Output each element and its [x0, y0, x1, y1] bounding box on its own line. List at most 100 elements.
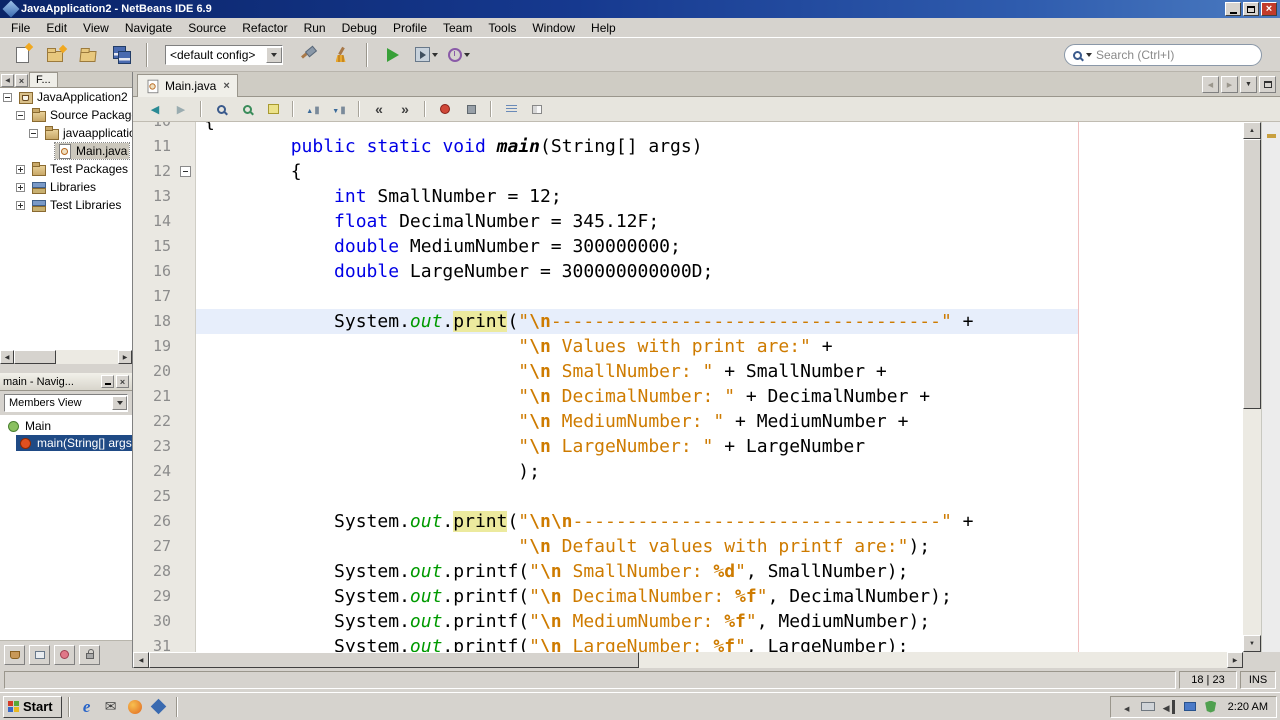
stop-button[interactable] [459, 99, 483, 119]
code-line-26[interactable]: 26 System.out.print("\n\n---------------… [133, 509, 1243, 534]
tabs-scroll-right-icon[interactable]: ▶ [1221, 76, 1238, 93]
tree-item-javaapplication2[interactable]: JavaApplication2 [0, 88, 132, 106]
combo-dropdown-icon[interactable] [266, 46, 282, 63]
scroll-right-icon[interactable] [1227, 652, 1243, 668]
new-file-button[interactable] [8, 41, 36, 69]
files-window-tab[interactable]: F... [29, 72, 58, 87]
expand-toggle-icon[interactable] [16, 110, 25, 120]
start-button[interactable]: Start [3, 695, 62, 718]
new-project-button[interactable] [41, 41, 69, 69]
member-main-string-args[interactable]: main(String[] args) [0, 434, 132, 451]
menu-source[interactable]: Source [180, 19, 234, 37]
editor-horizontal-scrollbar[interactable] [133, 652, 1243, 668]
volume-tray-button[interactable] [1161, 699, 1177, 715]
mail-launch-button[interactable] [100, 696, 122, 718]
expand-toggle-icon[interactable] [16, 200, 25, 210]
scrollbar-track[interactable] [56, 350, 118, 364]
tree-item-libraries[interactable]: Libraries [0, 178, 132, 196]
build-button[interactable] [294, 41, 322, 69]
tab-main-java[interactable]: Main.java [137, 74, 238, 97]
scroll-right-icon[interactable] [118, 350, 132, 364]
code-line-10[interactable]: 10 { [133, 122, 1243, 134]
error-stripe[interactable] [1261, 122, 1280, 652]
scrollbar-track[interactable] [639, 652, 1227, 668]
search-dropdown-icon[interactable] [1086, 53, 1092, 57]
ff-launch-button[interactable] [124, 696, 146, 718]
find-next-button[interactable] [235, 99, 259, 119]
run-button[interactable] [379, 41, 407, 69]
tab-close-icon[interactable] [221, 80, 229, 92]
network-tray-button[interactable] [1182, 699, 1198, 715]
code-line-27[interactable]: 27 "\n Default values with printf are:")… [133, 534, 1243, 559]
code-line-18[interactable]: 18 System.out.print("\n-----------------… [133, 309, 1243, 334]
search-input[interactable] [1096, 48, 1253, 62]
code-line-15[interactable]: 15 double MediumNumber = 300000000; [133, 234, 1243, 259]
shift-left-button[interactable] [367, 99, 391, 119]
menu-debug[interactable]: Debug [334, 19, 385, 37]
editor-vertical-scrollbar[interactable] [1243, 122, 1261, 652]
tree-item-source-packages[interactable]: Source Packages [0, 106, 132, 124]
expand-toggle-icon[interactable] [16, 182, 25, 192]
scrollbar-thumb[interactable] [1243, 139, 1261, 409]
minimize-button[interactable] [1225, 2, 1241, 16]
menu-file[interactable]: File [3, 19, 38, 37]
code-line-17[interactable]: 17 [133, 284, 1243, 309]
insert-mode-indicator[interactable]: INS [1240, 671, 1276, 689]
comment-button[interactable] [499, 99, 523, 119]
scroll-left-icon[interactable] [133, 652, 149, 668]
tab-scroll-left-icon[interactable] [1, 74, 14, 87]
forward-button[interactable] [169, 99, 193, 119]
scroll-up-icon[interactable] [1243, 122, 1261, 139]
tabs-list-dropdown-icon[interactable]: ▼ [1240, 76, 1257, 93]
breakpoint-button[interactable] [433, 99, 457, 119]
tree-item-test-libraries[interactable]: Test Libraries [0, 196, 132, 214]
code-line-22[interactable]: 22 "\n MediumNumber: " + MediumNumber + [133, 409, 1243, 434]
projects-horizontal-scrollbar[interactable] [0, 350, 132, 364]
code-line-30[interactable]: 30 System.out.printf("\n MediumNumber: %… [133, 609, 1243, 634]
tree-item-javaapplication[interactable]: javaapplication [0, 124, 132, 142]
menu-edit[interactable]: Edit [38, 19, 75, 37]
shift-right-button[interactable] [393, 99, 417, 119]
ie-launch-button[interactable] [76, 696, 98, 718]
expand-toggle-icon[interactable] [3, 92, 12, 102]
show-static-button[interactable] [54, 644, 75, 665]
code-line-19[interactable]: 19 "\n Values with print are:" + [133, 334, 1243, 359]
find-button[interactable] [209, 99, 233, 119]
menu-refactor[interactable]: Refactor [234, 19, 295, 37]
code-line-13[interactable]: 13 int SmallNumber = 12; [133, 184, 1243, 209]
navigator-minimize-icon[interactable] [101, 375, 114, 388]
show-inherited-button[interactable] [4, 644, 25, 665]
scrollbar-thumb[interactable] [14, 350, 56, 364]
code-line-16[interactable]: 16 double LargeNumber = 300000000000D; [133, 259, 1243, 284]
scroll-left-icon[interactable] [0, 350, 14, 364]
menu-navigate[interactable]: Navigate [117, 19, 180, 37]
back-button[interactable] [143, 99, 167, 119]
next-bookmark-button[interactable] [327, 99, 351, 119]
code-line-21[interactable]: 21 "\n DecimalNumber: " + DecimalNumber … [133, 384, 1243, 409]
taskbar-clock[interactable]: 2:20 AM [1224, 701, 1268, 713]
hide-icons-tray-button[interactable] [1119, 699, 1135, 715]
members-view-selector[interactable]: Members View [4, 394, 128, 412]
quick-search[interactable] [1064, 44, 1262, 66]
save-all-button[interactable] [107, 41, 135, 69]
error-stripe-mark[interactable] [1267, 134, 1276, 138]
config-selector[interactable]: <default config> [165, 44, 283, 65]
maximize-editor-icon[interactable] [1259, 76, 1276, 93]
open-project-button[interactable] [74, 41, 102, 69]
scroll-down-icon[interactable] [1243, 635, 1261, 652]
fold-toggle-icon[interactable] [180, 166, 191, 177]
menu-view[interactable]: View [75, 19, 117, 37]
panel-splitter[interactable] [0, 364, 132, 373]
code-line-23[interactable]: 23 "\n LargeNumber: " + LargeNumber [133, 434, 1243, 459]
code-line-24[interactable]: 24 ); [133, 459, 1243, 484]
keyboard-tray-button[interactable] [1140, 699, 1156, 715]
expand-toggle-icon[interactable] [16, 164, 25, 174]
macro-button[interactable] [525, 99, 549, 119]
sort-alpha-button[interactable] [79, 644, 100, 665]
scrollbar-thumb[interactable] [149, 652, 639, 668]
profile-button[interactable] [445, 41, 473, 69]
navigator-close-icon[interactable] [116, 375, 129, 388]
prev-bookmark-button[interactable] [301, 99, 325, 119]
menu-team[interactable]: Team [435, 19, 480, 37]
member-main[interactable]: Main [0, 417, 132, 434]
